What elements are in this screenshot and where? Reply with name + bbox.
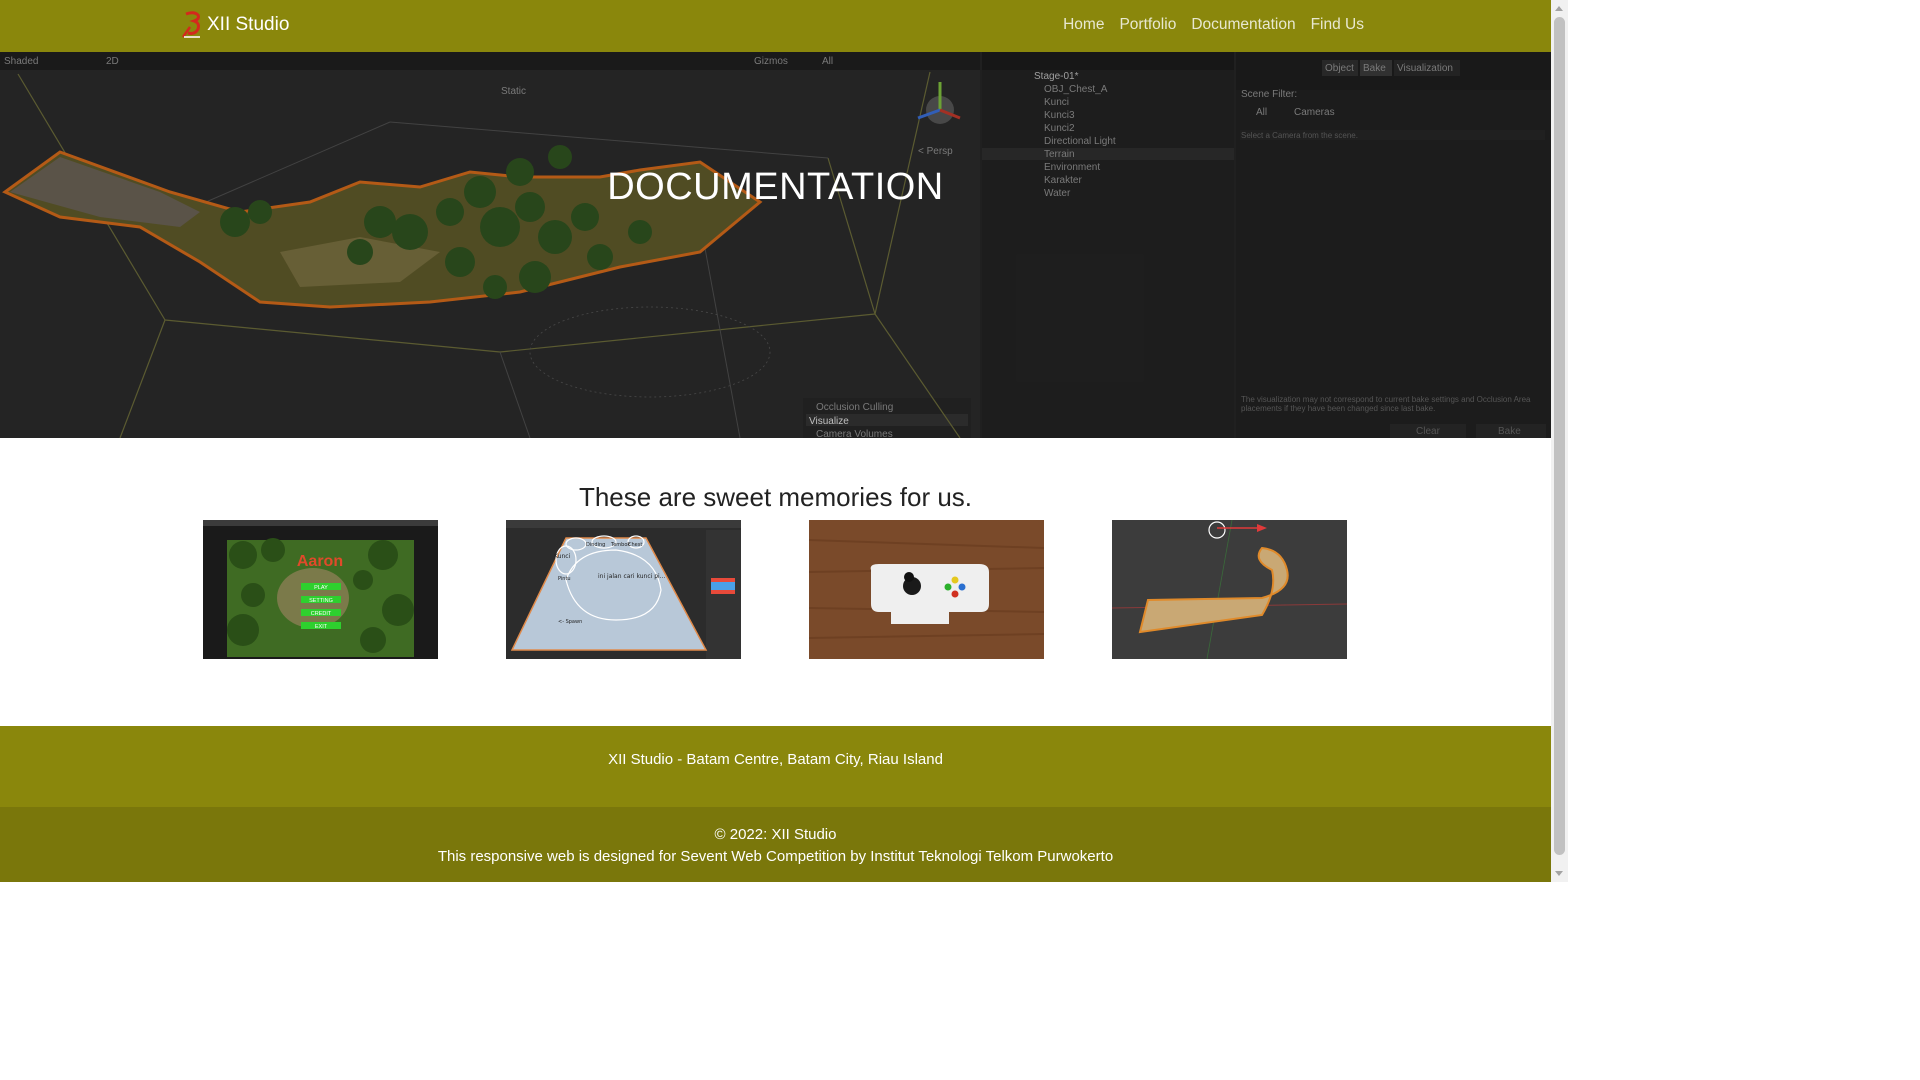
hierarchy-item: Kunci3 [1044,110,1075,121]
page-title-text: DOCUMENTATION [607,166,944,208]
level-sketch-screenshot: Kunci Dinding Tembok Chest Pintu ini jal… [506,520,741,659]
hierarchy-item: Kunci [1044,97,1070,108]
nav-portfolio[interactable]: Portfolio [1119,16,1176,34]
hierarchy-item: Kunci2 [1044,123,1075,134]
studio-logo-icon [181,11,200,38]
editor-static-label: Static [501,86,527,97]
editor-shading-select: Shaded [4,56,39,67]
gallery-image-level-sketch[interactable]: Kunci Dinding Tembok Chest Pintu ini jal… [506,520,741,659]
blender-model-screenshot [1112,520,1347,659]
page-scrollbar[interactable] [1551,0,1568,882]
nav-home[interactable]: Home [1063,16,1104,34]
nav-documentation[interactable]: Documentation [1191,16,1295,34]
sketch-label: Pintu [558,576,571,582]
inspector-tab-bake: Bake [1363,63,1386,74]
brand-name: XII Studio [207,14,290,35]
editor-persp-label: < Persp [918,146,953,157]
editor-2d-toggle: 2D [106,56,119,67]
game-play-button: PLAY [314,585,328,591]
inspector-clear-button: Clear [1416,426,1440,437]
navbar: XII Studio Home Portfolio Documentation … [0,0,1551,52]
scroll-up-arrow-icon[interactable] [1555,6,1563,11]
gallery-image-game-menu[interactable]: Aaron PLAY SETTING CREDIT EXIT [203,520,438,659]
gallery-image-controller[interactable] [809,520,1044,659]
game-exit-button: EXIT [315,624,328,630]
inspector-filter-cameras: Cameras [1294,107,1335,118]
occlusion-camera-volumes: Camera Volumes [816,429,893,438]
hierarchy-item: Stage-01* [1034,71,1079,82]
sketch-label: Chest [628,542,642,548]
inspector-tab-object: Object [1325,63,1354,74]
footer-credit: This responsive web is designed for Seve… [437,848,1114,865]
nav-links: Home Portfolio Documentation Find Us [1063,16,1364,34]
editor-search-all: All [822,56,834,67]
hierarchy-item: Directional Light [1044,136,1116,147]
controller-photo [809,520,1044,659]
footer-location: XII Studio - Batam Centre, Batam City, R… [608,751,943,768]
footer-copyright-bar: © 2022: XII Studio This responsive web i… [0,807,1551,882]
sketch-label: Dinding [586,542,605,548]
scroll-down-arrow-icon[interactable] [1555,871,1563,876]
game-credit-button: CREDIT [311,611,332,617]
game-menu-screenshot: Aaron PLAY SETTING CREDIT EXIT [203,520,438,659]
scrollbar-thumb[interactable] [1554,17,1565,855]
nav-find-us[interactable]: Find Us [1311,16,1364,34]
game-setting-button: SETTING [309,598,333,604]
sketch-label: Kunci [554,553,571,560]
inspector-scene-filter: Scene Filter: [1241,89,1298,100]
inspector-note: The visualization may not correspond to … [1241,395,1531,413]
hierarchy-item: Terrain [1044,149,1075,160]
hero-banner: Shaded 2D Gizmos All Static < Persp Stag… [0,52,1551,438]
inspector-filter-all: All [1256,107,1268,118]
hierarchy-item: OBJ_Chest_A [1044,84,1108,95]
editor-gizmos-menu: Gizmos [754,56,788,67]
occlusion-visualize-select: Visualize [809,416,849,427]
gallery-image-3d-model[interactable] [1112,520,1347,659]
brand-link[interactable]: XII Studio [180,11,289,39]
inspector-tab-visualization: Visualization [1397,63,1453,74]
page-title: DOCUMENTATION [0,166,1551,209]
sketch-label: ini jalan cari kunci pi... [598,573,666,580]
footer-location-bar: XII Studio - Batam Centre, Batam City, R… [0,726,1551,807]
inspector-select-camera: Select a Camera from the scene. [1241,131,1358,140]
sketch-label: <- Spawn [558,619,582,625]
footer-copyright: © 2022: XII Studio [714,826,837,843]
game-title: Aaron [297,553,343,570]
occlusion-culling-label: Occlusion Culling [816,402,894,413]
memories-heading: These are sweet memories for us. [578,482,973,512]
inspector-bake-button: Bake [1498,426,1521,437]
